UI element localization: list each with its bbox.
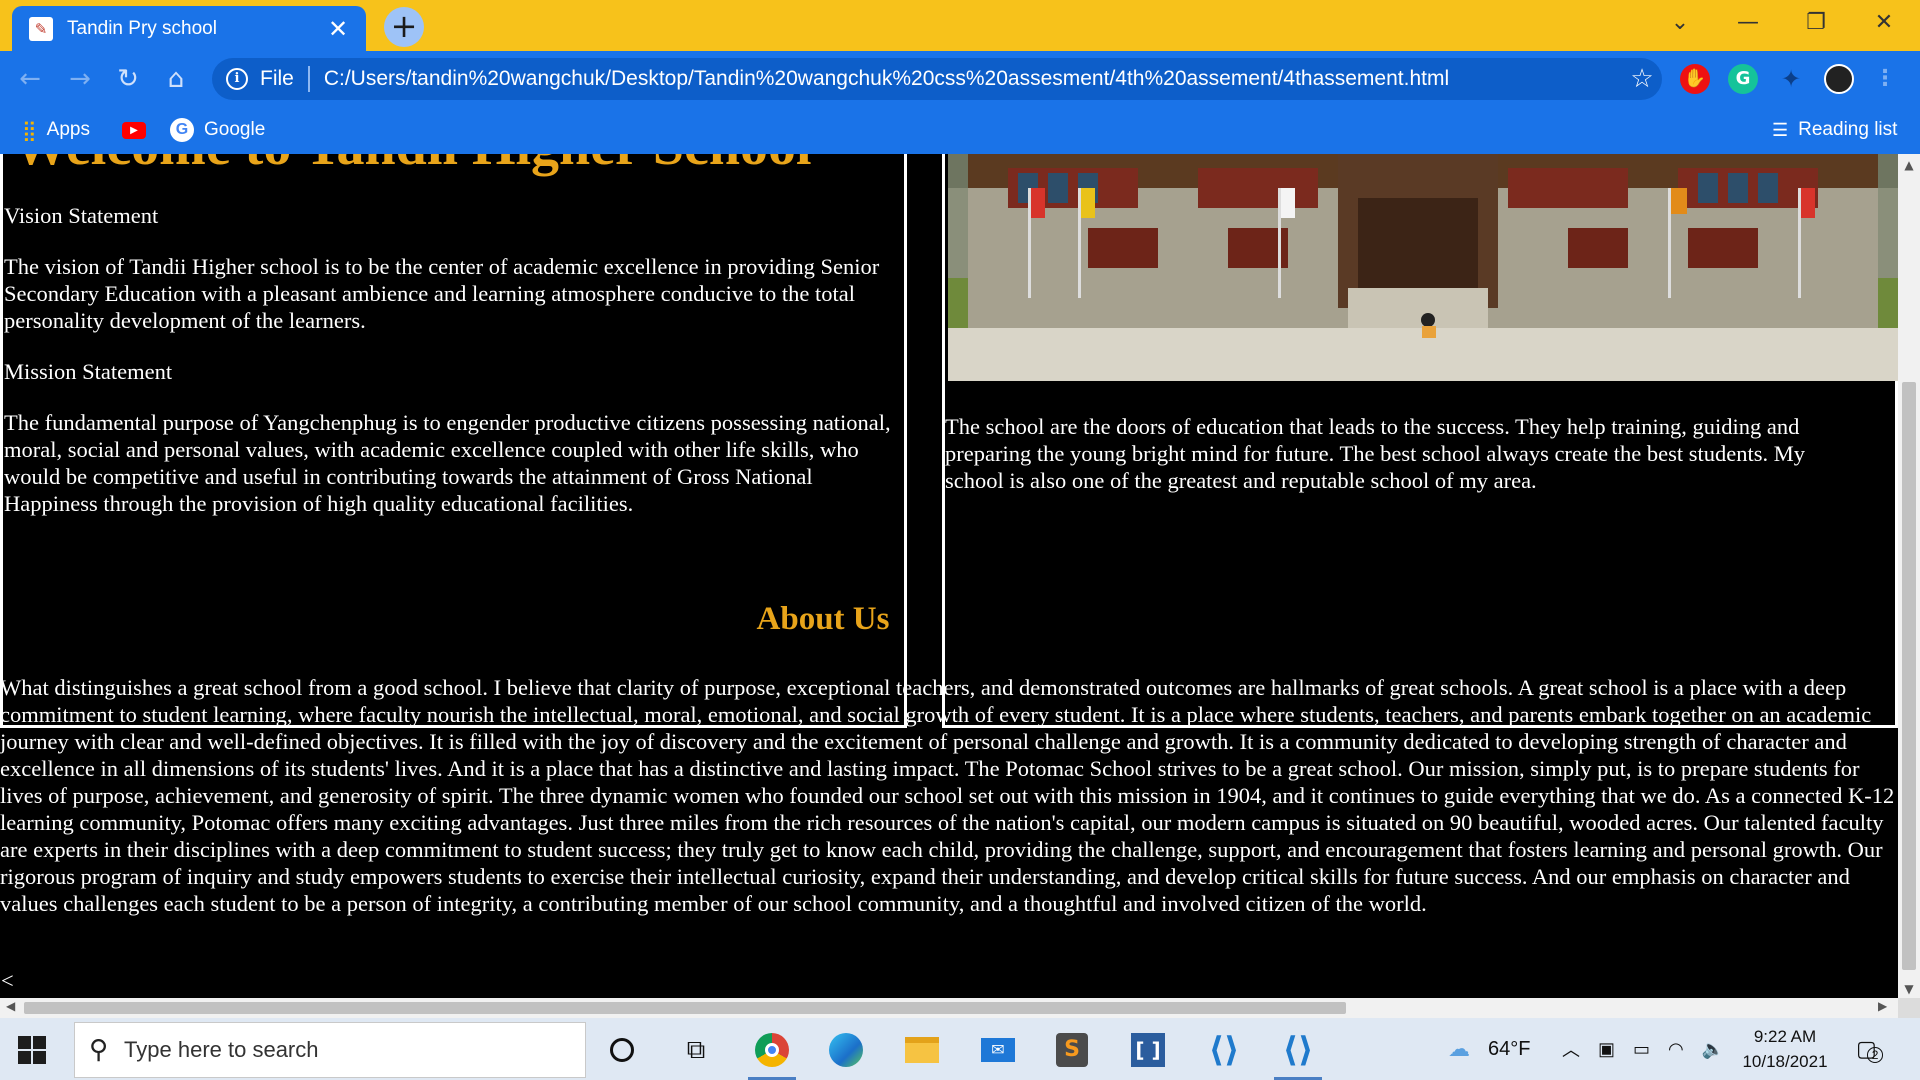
chevron-down-icon[interactable]: ⌄: [1646, 0, 1714, 44]
weather-widget[interactable]: ☁ 64°F: [1448, 1018, 1530, 1080]
adblock-extension-icon[interactable]: ✋: [1680, 64, 1710, 94]
scroll-left-arrow[interactable]: ◀: [6, 999, 15, 1013]
vision-text: The vision of Tandii Higher school is to…: [4, 254, 880, 333]
horizontal-scroll-thumb[interactable]: [24, 1002, 1346, 1014]
close-window-icon[interactable]: ✕: [1850, 0, 1918, 44]
school-text: The school are the doors of education th…: [945, 414, 1805, 493]
browser-toolbar: ← → ↻ ⌂ i File C:/Users/tandin%20wangchu…: [0, 51, 1920, 106]
browser-tab-strip: ✎ Tandin Pry school ✕ + ⌄ — ❐ ✕: [0, 0, 1920, 51]
close-icon[interactable]: ✕: [324, 15, 352, 43]
plus-icon: +: [390, 7, 418, 45]
divider: [307, 66, 310, 92]
home-icon[interactable]: ⌂: [160, 63, 192, 95]
bookmark-youtube[interactable]: ▶: [122, 117, 146, 143]
battery-icon[interactable]: ▭: [1633, 1039, 1650, 1060]
scroll-right-arrow[interactable]: ▶: [1878, 999, 1887, 1013]
volume-icon[interactable]: 🔈: [1702, 1039, 1724, 1060]
vertical-scroll-thumb[interactable]: [1902, 382, 1916, 970]
mission-heading: Mission Statement: [4, 359, 173, 384]
scroll-down-arrow[interactable]: ▼: [1898, 982, 1920, 996]
bookmark-google-label: Google: [204, 119, 266, 140]
meet-now-icon[interactable]: ▣: [1598, 1039, 1615, 1060]
windows-start-icon[interactable]: [18, 1036, 46, 1064]
reading-list-label: Reading list: [1798, 119, 1898, 140]
weather-icon: ☁: [1448, 1036, 1470, 1061]
file-explorer-icon[interactable]: [894, 1026, 950, 1074]
vscode-icon-2[interactable]: ⟨⟩: [1270, 1026, 1326, 1080]
about-us-heading: About Us: [756, 601, 890, 637]
vscode-icon[interactable]: ⟨⟩: [1196, 1026, 1252, 1074]
brackets-icon[interactable]: [ ]: [1120, 1026, 1176, 1074]
vision-mission-box: Welcome to Tandii Higher School Vision S…: [0, 154, 907, 728]
google-icon: G: [170, 118, 194, 142]
youtube-icon: ▶: [122, 121, 146, 139]
restore-icon[interactable]: ❐: [1782, 0, 1850, 44]
notification-icon[interactable]: ▢ 2: [1856, 1018, 1884, 1080]
page-viewport: Welcome to Tandii Higher School Vision S…: [0, 154, 1898, 998]
grammarly-extension-icon[interactable]: G: [1728, 64, 1758, 94]
scroll-up-arrow[interactable]: ▲: [1898, 158, 1920, 172]
search-placeholder: Type here to search: [124, 1037, 319, 1062]
system-tray: ︿ ▣ ▭ ◠ 🔈: [1562, 1018, 1724, 1080]
url-text[interactable]: C:/Users/tandin%20wangchuk/Desktop/Tandi…: [324, 67, 1622, 91]
sublime-icon[interactable]: S: [1044, 1026, 1100, 1074]
reload-icon[interactable]: ↻: [112, 63, 144, 95]
page-title: Welcome to Tandii Higher School: [13, 154, 812, 178]
bookmark-google[interactable]: G Google: [170, 117, 265, 143]
reading-list[interactable]: ☰ Reading list: [1772, 117, 1897, 143]
back-icon[interactable]: ←: [14, 63, 46, 95]
taskbar-clock[interactable]: 9:22 AM 10/18/2021: [1730, 1024, 1840, 1074]
mail-icon[interactable]: ✉: [970, 1026, 1026, 1074]
bookmark-apps-label: Apps: [46, 119, 90, 140]
scrollbar-corner: [1898, 998, 1920, 1018]
vision-heading: Vision Statement: [4, 203, 159, 228]
reading-list-icon: ☰: [1772, 119, 1789, 140]
notification-count: 2: [1866, 1047, 1884, 1063]
school-box: The school are the doors of education th…: [942, 154, 1898, 728]
avatar[interactable]: [1824, 64, 1854, 94]
chevron-up-icon[interactable]: ︿: [1562, 1036, 1580, 1062]
bookmark-apps[interactable]: ⣿ Apps: [22, 117, 90, 143]
taskbar: ⚲ Type here to search ⧉ ✉ S [ ] ⟨⟩ ⟨⟩ ☁ …: [0, 1018, 1920, 1080]
menu-icon[interactable]: ⋮: [1870, 64, 1900, 94]
about-us-text: What distinguishes a great school from a…: [0, 675, 1895, 916]
chrome-icon[interactable]: [744, 1026, 800, 1080]
active-tab[interactable]: ✎ Tandin Pry school ✕: [12, 6, 366, 51]
horizontal-scrollbar[interactable]: ◀ ▶: [0, 998, 1898, 1018]
cortana-icon[interactable]: [594, 1026, 650, 1074]
forward-icon[interactable]: →: [64, 63, 96, 95]
edge-icon[interactable]: [818, 1026, 874, 1074]
school-photo: [948, 154, 1898, 381]
tab-title: Tandin Pry school: [67, 17, 217, 39]
mission-text: The fundamental purpose of Yangchenphug …: [4, 410, 891, 516]
weather-temp: 64°F: [1488, 1037, 1531, 1060]
extensions-icon[interactable]: ✦: [1776, 64, 1806, 94]
clock-time: 9:22 AM: [1753, 1027, 1817, 1046]
task-view-icon[interactable]: ⧉: [668, 1026, 724, 1074]
info-icon[interactable]: i: [226, 68, 248, 90]
new-tab-button[interactable]: +: [384, 7, 424, 47]
clock-date: 10/18/2021: [1742, 1052, 1828, 1071]
apps-grid-icon: ⣿: [22, 119, 37, 142]
scheme-label: File: [260, 67, 294, 90]
wifi-icon[interactable]: ◠: [1668, 1039, 1684, 1060]
school-favicon: ✎: [29, 16, 53, 41]
minimize-icon[interactable]: —: [1714, 0, 1782, 44]
taskbar-search[interactable]: ⚲ Type here to search: [74, 1022, 586, 1078]
address-bar[interactable]: i File C:/Users/tandin%20wangchuk/Deskto…: [212, 58, 1662, 100]
bookmarks-bar: ⣿ Apps ▶ G Google ☰ Reading list: [0, 106, 1920, 154]
vertical-scrollbar[interactable]: ▲ ▼: [1898, 154, 1920, 998]
search-icon: ⚲: [89, 1035, 109, 1065]
star-icon[interactable]: ☆: [1622, 64, 1662, 94]
stray-character: <: [1, 968, 14, 993]
